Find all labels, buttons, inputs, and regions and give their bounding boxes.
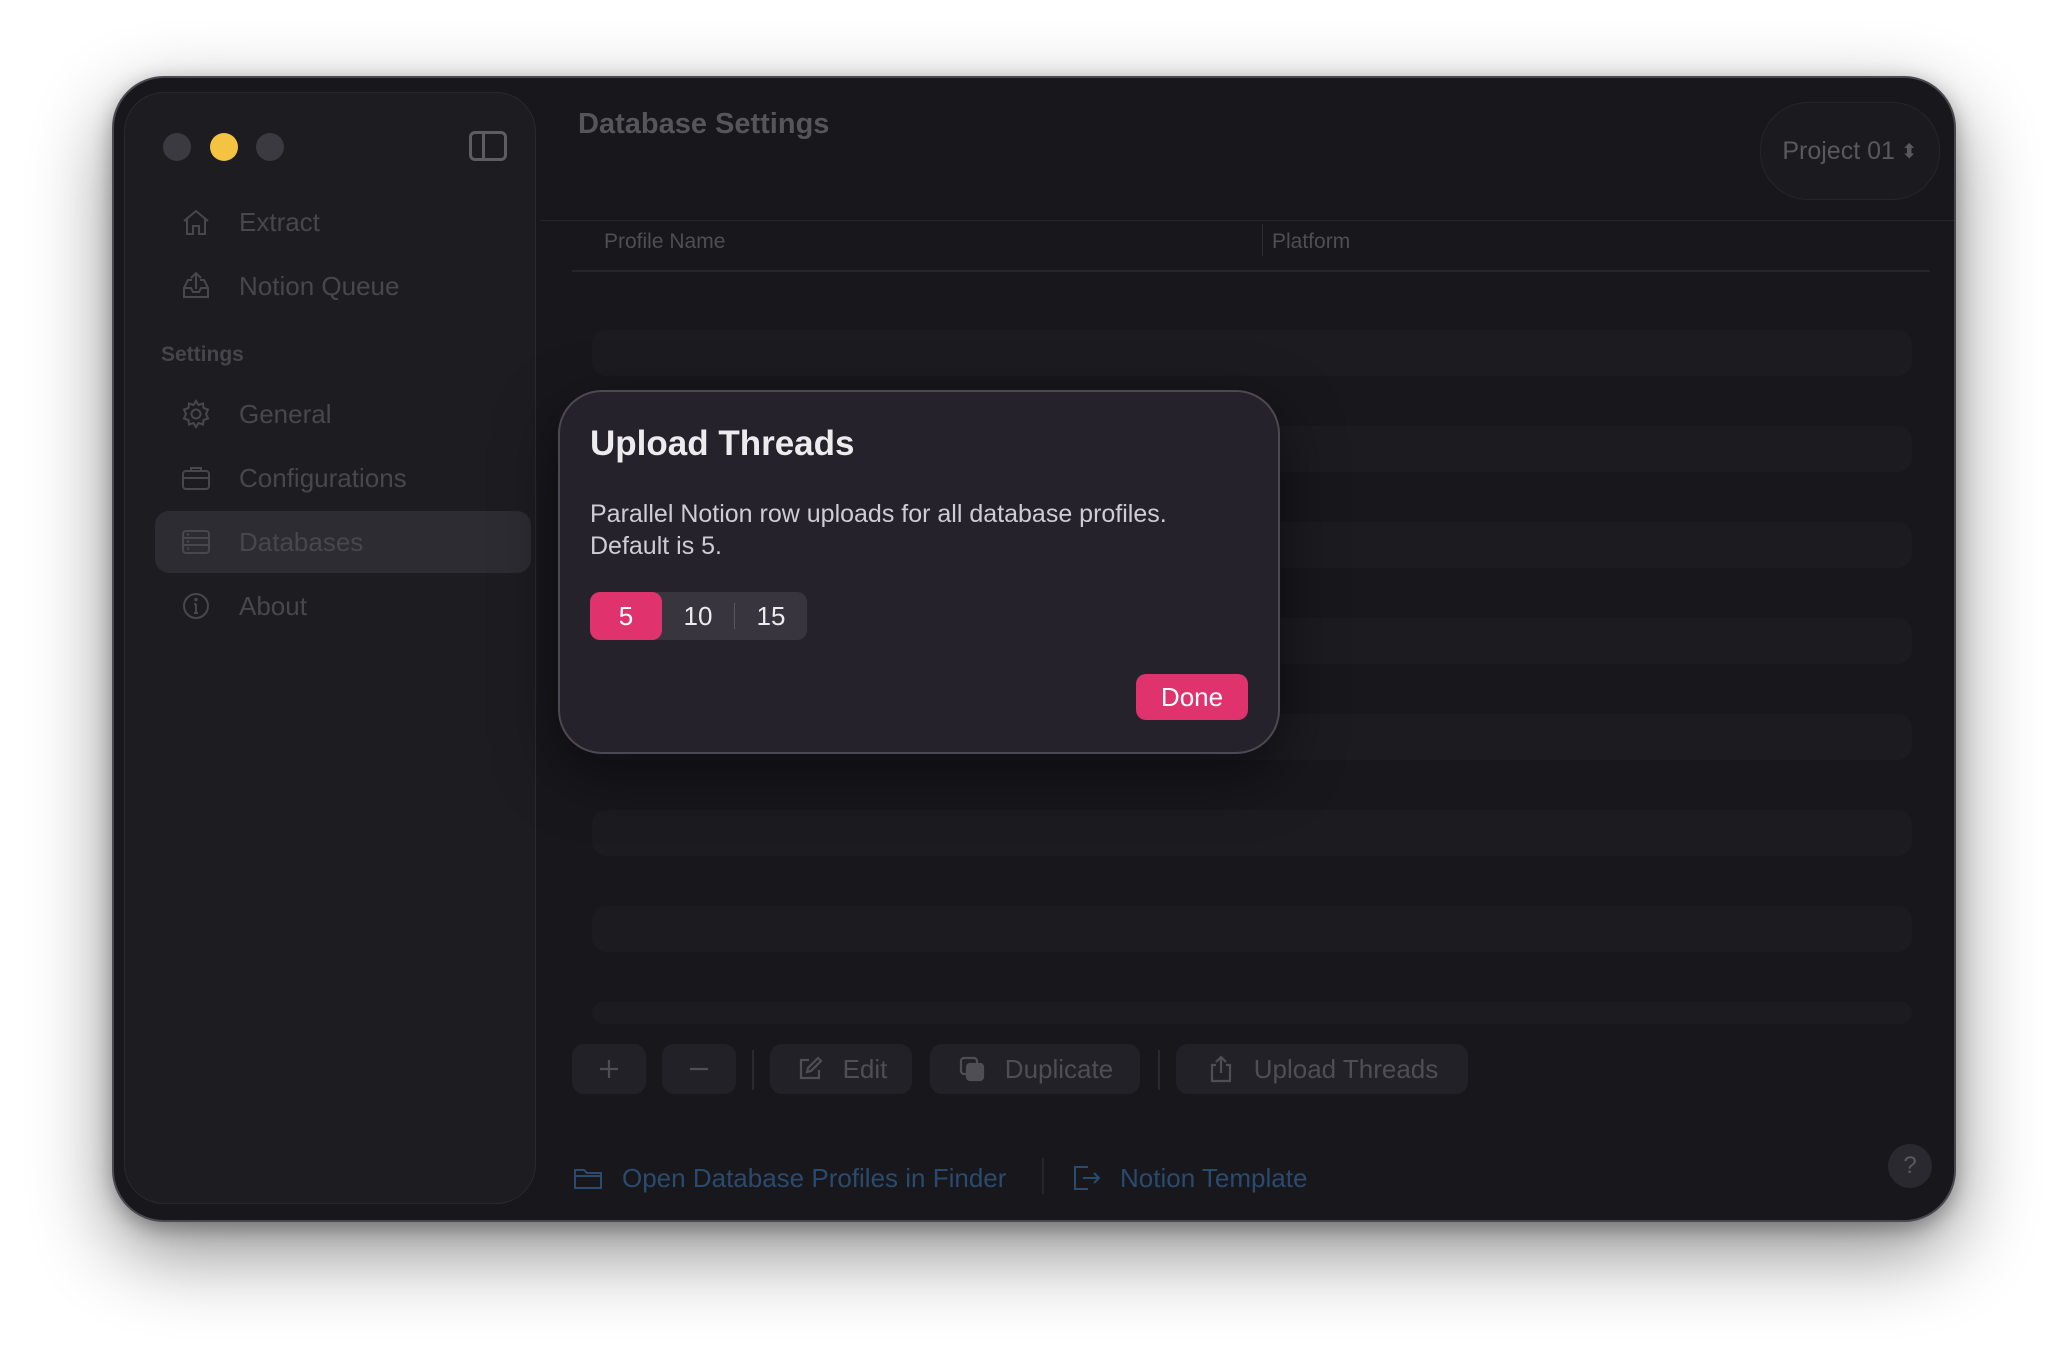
sidebar-toggle-icon[interactable] [469, 131, 507, 161]
header-divider [540, 220, 1954, 221]
sidebar-item-label: Configurations [239, 462, 407, 493]
close-window-button[interactable] [163, 133, 191, 161]
duplicate-button[interactable]: Duplicate [930, 1044, 1140, 1094]
upload-threads-dialog: Upload Threads Parallel Notion row uploa… [558, 390, 1280, 754]
dialog-title: Upload Threads [590, 424, 855, 463]
briefcase-icon [177, 459, 215, 497]
sidebar: Extract Notion Queue Settings General Co… [124, 92, 536, 1204]
toolbar-divider [752, 1050, 754, 1090]
external-link-icon [1074, 1166, 1101, 1190]
thread-option-5[interactable]: 5 [590, 592, 662, 640]
done-button[interactable]: Done [1136, 674, 1248, 720]
edit-button[interactable]: Edit [770, 1044, 912, 1094]
settings-section-label: Settings [161, 343, 244, 366]
edit-icon [799, 1056, 823, 1080]
tray-upload-icon [177, 267, 215, 305]
chevron-updown-icon: ⬍ [1900, 140, 1918, 163]
column-header-platform[interactable]: Platform [1272, 230, 1350, 254]
column-header-profile-name[interactable]: Profile Name [604, 230, 725, 254]
help-button[interactable]: ? [1888, 1144, 1932, 1188]
sidebar-item-configurations[interactable]: Configurations [155, 447, 531, 509]
sidebar-item-label: Extract [239, 206, 320, 237]
project-selector-label: Project 01 [1782, 136, 1895, 165]
table-header: Profile Name Platform [572, 224, 1930, 272]
duplicate-label: Duplicate [1004, 1053, 1114, 1084]
minimize-window-button[interactable] [210, 133, 238, 161]
sidebar-item-extract[interactable]: Extract [155, 191, 531, 253]
notion-template-link[interactable]: Notion Template [1070, 1158, 1307, 1198]
duplicate-icon [959, 1056, 984, 1082]
notion-template-label: Notion Template [1120, 1162, 1308, 1193]
open-finder-label: Open Database Profiles in Finder [622, 1162, 1007, 1193]
thread-option-15[interactable]: 15 [735, 592, 807, 640]
minus-icon [690, 1067, 708, 1071]
database-icon [177, 523, 215, 561]
plus-icon [600, 1060, 618, 1078]
gear-icon [177, 395, 215, 433]
sidebar-item-databases[interactable]: Databases [155, 511, 531, 573]
upload-threads-label: Upload Threads [1253, 1053, 1439, 1084]
toolbar-divider [1158, 1050, 1160, 1090]
sidebar-item-label: General [239, 398, 332, 429]
footer-divider [1042, 1158, 1044, 1194]
edit-label: Edit [842, 1053, 888, 1084]
sidebar-item-general[interactable]: General [155, 383, 531, 445]
info-icon [177, 587, 215, 625]
upload-threads-button[interactable]: Upload Threads [1176, 1044, 1468, 1094]
share-upload-icon [1210, 1055, 1231, 1083]
project-selector[interactable]: Project 01 ⬍ [1760, 102, 1940, 200]
open-finder-link[interactable]: Open Database Profiles in Finder [572, 1158, 1006, 1198]
table-row[interactable] [592, 330, 1912, 376]
page-title: Database Settings [578, 108, 830, 140]
maximize-window-button[interactable] [256, 133, 284, 161]
thread-option-10[interactable]: 10 [662, 592, 734, 640]
table-row[interactable] [592, 1002, 1912, 1024]
sidebar-item-notion-queue[interactable]: Notion Queue [155, 255, 531, 317]
table-row[interactable] [592, 906, 1912, 952]
sidebar-item-label: Notion Queue [239, 270, 400, 301]
sidebar-item-label: Databases [239, 526, 364, 557]
column-divider [1262, 224, 1263, 256]
table-row[interactable] [592, 810, 1912, 856]
thread-count-segmented-control: 5 10 15 [590, 592, 807, 640]
sidebar-item-about[interactable]: About [155, 575, 531, 637]
add-profile-button[interactable] [572, 1044, 646, 1094]
remove-profile-button[interactable] [662, 1044, 736, 1094]
house-icon [177, 203, 215, 241]
dialog-description: Parallel Notion row uploads for all data… [590, 500, 1167, 560]
sidebar-item-label: About [239, 590, 307, 621]
folder-icon [574, 1169, 602, 1189]
